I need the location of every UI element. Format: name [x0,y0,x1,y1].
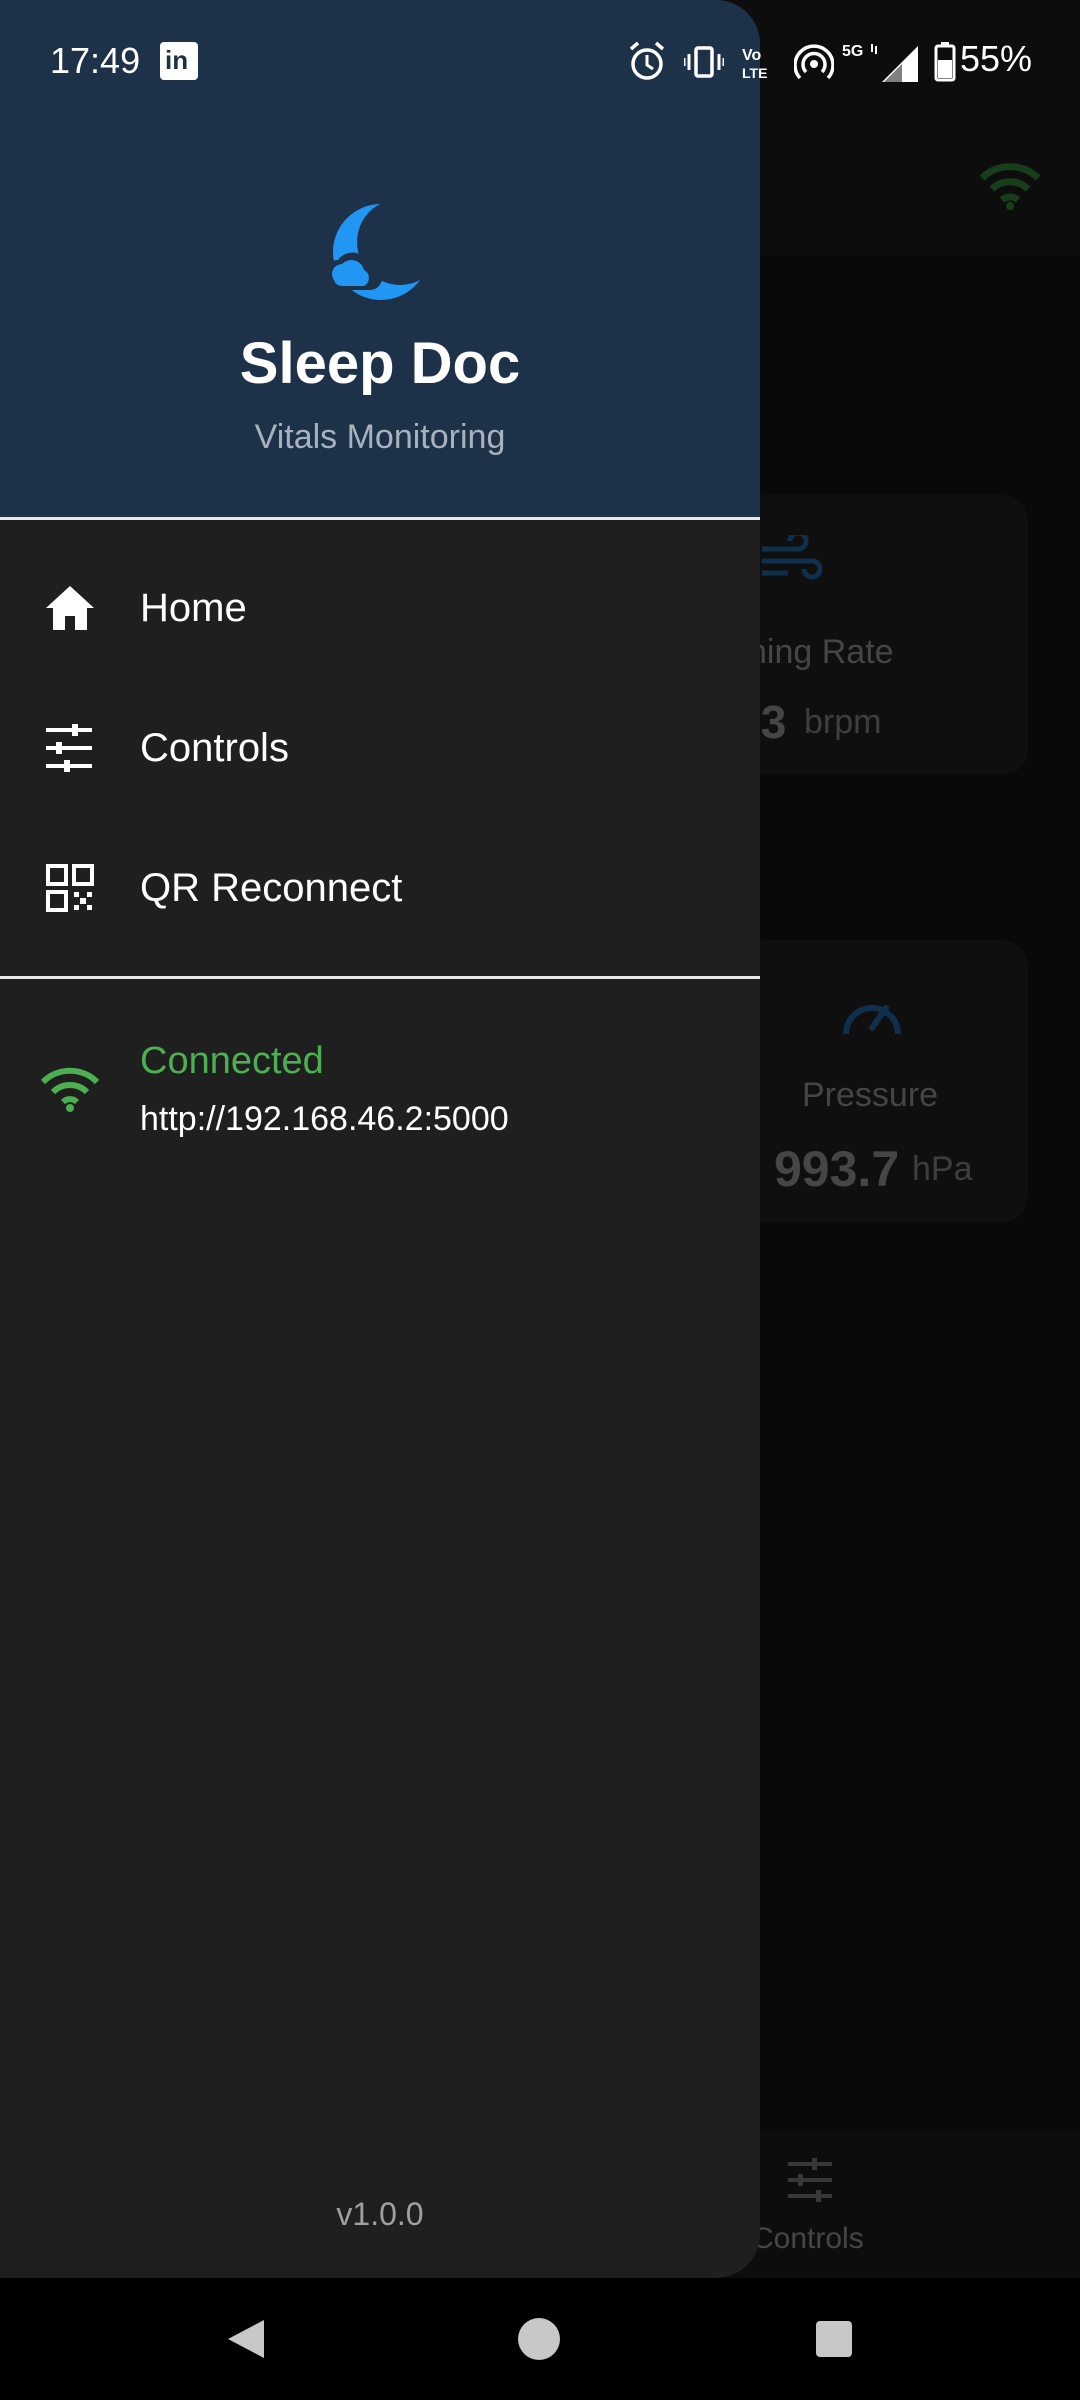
linkedin-icon: in [160,42,198,80]
divider [0,976,760,979]
app-subtitle: Vitals Monitoring [254,418,506,456]
recents-icon[interactable] [814,2278,854,2400]
back-icon[interactable] [220,2278,270,2400]
linkedin-glyph: in [165,45,189,75]
app-title: Sleep Doc [239,331,521,396]
volte-icon: Vo LTE [742,47,767,81]
tune-icon [46,724,92,772]
drawer-item-qr-reconnect[interactable]: QR Reconnect [0,818,760,958]
svg-text:LTE: LTE [742,65,767,81]
wifi-icon [40,1067,100,1112]
moon-cloud-icon [323,204,420,300]
drawer-item-controls[interactable]: Controls [0,678,760,818]
5g-signal-icon: 5G [842,43,918,82]
status-time: 17:49 [50,40,141,81]
qr-code-icon [46,864,94,912]
drawer-item-home[interactable]: Home [0,538,760,678]
drawer-item-label: Controls [140,726,289,770]
drawer-item-label: Home [140,586,247,630]
app-version: v1.0.0 [336,2196,424,2232]
battery-percent: 55% [960,38,1033,79]
vibrate-icon [684,46,724,78]
home-icon [46,586,94,630]
system-navigation-bar [0,2278,1080,2400]
drawer-item-label: QR Reconnect [140,866,403,910]
divider [0,517,760,520]
battery-icon [934,42,956,82]
alarm-icon [629,41,665,80]
connection-url: http://192.168.46.2:5000 [140,1100,509,1138]
connection-status: Connected [140,1040,324,1082]
svg-text:5G: 5G [842,43,863,60]
status-bar: 17:49 in Vo LTE 5G 55% [0,0,1080,124]
hotspot-icon [794,44,834,80]
svg-text:Vo: Vo [742,47,761,64]
navigation-drawer: Sleep Doc Vitals Monitoring Home Control… [0,0,760,2278]
home-nav-icon[interactable] [516,2278,562,2400]
